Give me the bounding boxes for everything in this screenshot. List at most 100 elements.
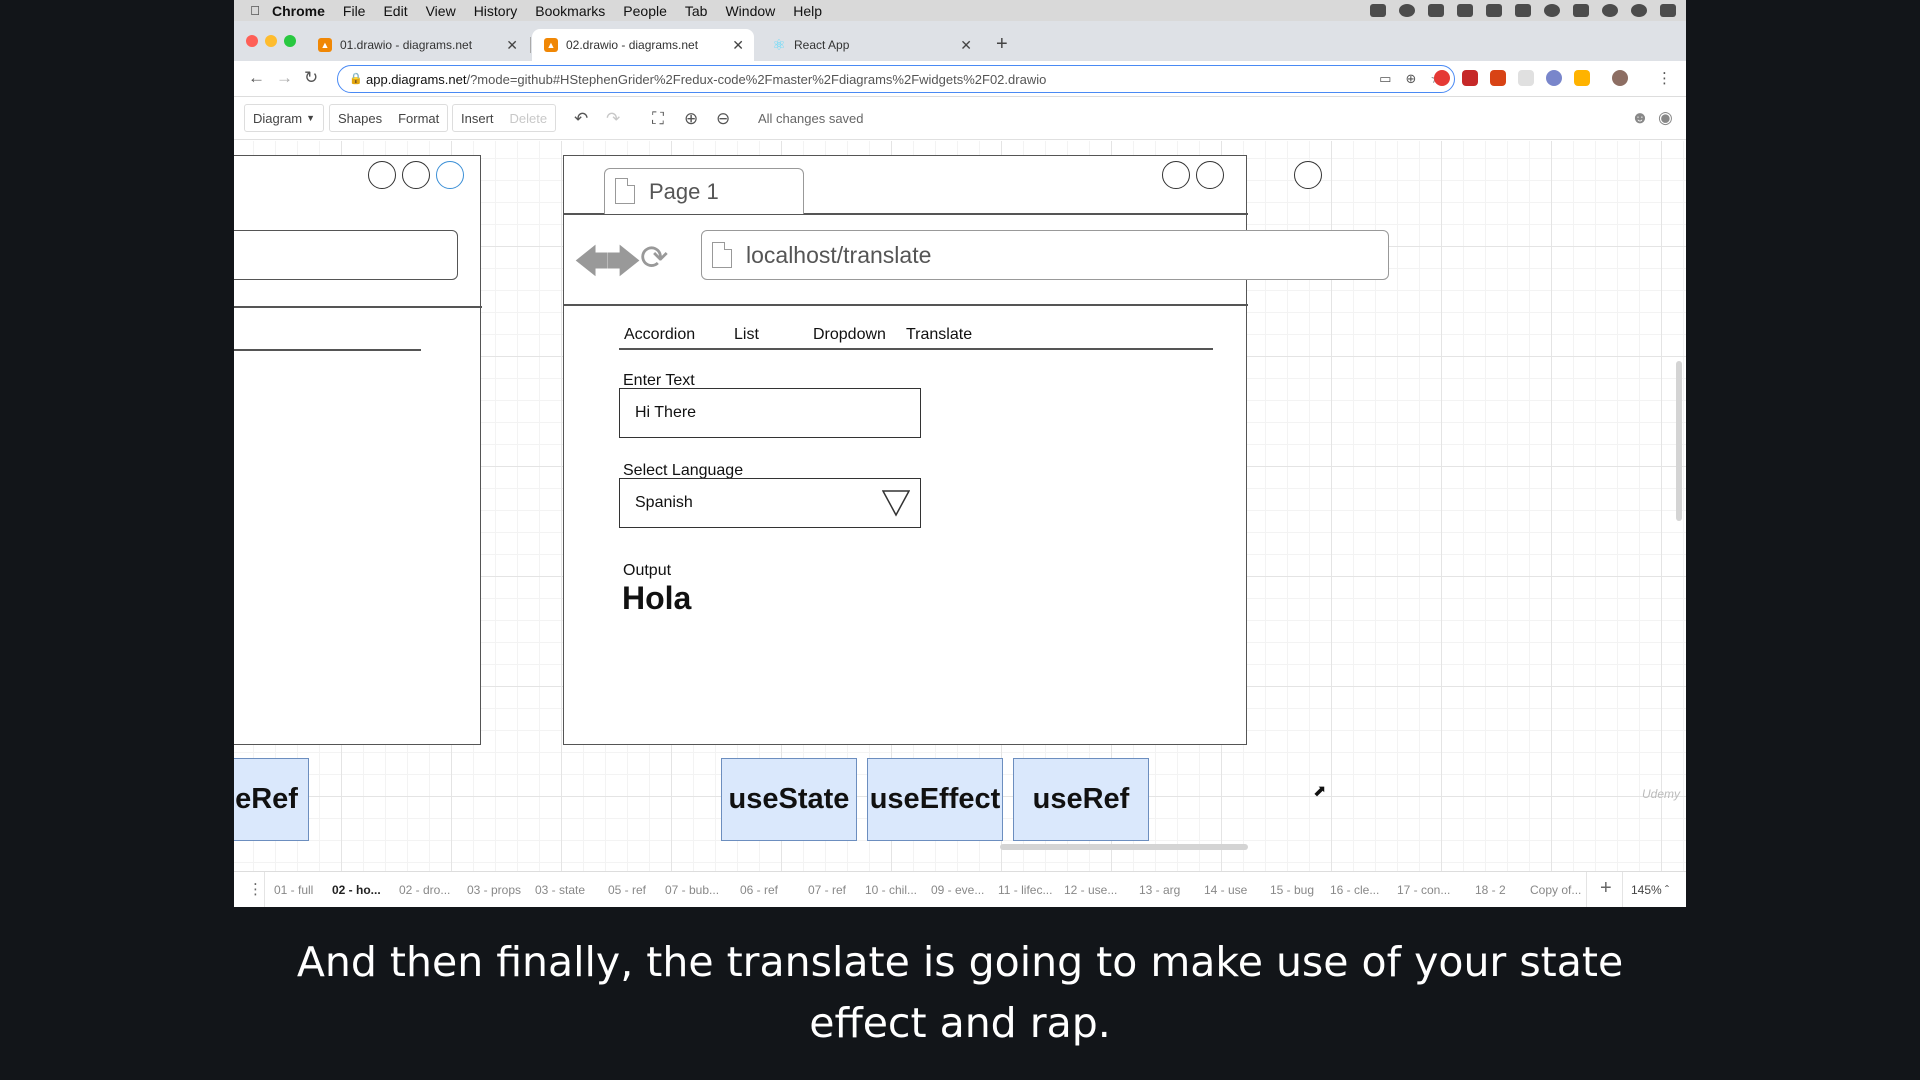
- hook-box-usestate[interactable]: useState: [721, 758, 857, 841]
- glasses-icon[interactable]: [1457, 4, 1473, 17]
- chrome-menu-icon[interactable]: ⋮: [1657, 69, 1672, 87]
- reload-icon[interactable]: ↻: [304, 68, 318, 88]
- format-button[interactable]: Format: [398, 111, 439, 126]
- profile-avatar[interactable]: [1612, 70, 1628, 86]
- shapes-button[interactable]: Shapes: [338, 111, 382, 126]
- close-tab-icon[interactable]: ✕: [732, 37, 744, 54]
- undo-icon[interactable]: ↶: [574, 109, 588, 129]
- page-tab[interactable]: 05 - ref: [608, 883, 646, 897]
- close-tab-icon[interactable]: ✕: [960, 37, 972, 54]
- siri-icon[interactable]: [1631, 4, 1647, 17]
- page-tab[interactable]: 06 - ref: [740, 883, 778, 897]
- browser-window-mockup-partial[interactable]: [234, 155, 482, 745]
- browser-tab-react-app[interactable]: ⚛ React App ✕: [760, 29, 982, 61]
- page-tab[interactable]: 12 - use...: [1064, 883, 1117, 897]
- enter-text-value: Hi There: [635, 404, 697, 421]
- page-tab[interactable]: 09 - eve...: [931, 883, 984, 897]
- close-tab-icon[interactable]: ✕: [506, 37, 518, 54]
- menu-edit[interactable]: Edit: [383, 3, 407, 19]
- page-tab-active[interactable]: 02 - ho...: [332, 883, 381, 897]
- hook-box-partial[interactable]: eRef: [234, 758, 309, 841]
- wifi-icon[interactable]: [1544, 4, 1560, 17]
- docker-icon[interactable]: [1370, 4, 1386, 17]
- menu-view[interactable]: View: [426, 3, 456, 19]
- css-extension-icon[interactable]: [1574, 70, 1590, 86]
- menu-people[interactable]: People: [623, 3, 667, 19]
- divider: [564, 304, 1248, 306]
- hook-box-useref[interactable]: useRef: [1013, 758, 1149, 841]
- subtitle-line: effect and rap.: [809, 999, 1111, 1047]
- redo-icon[interactable]: ↷: [606, 109, 620, 129]
- page-tab[interactable]: 14 - use: [1204, 883, 1247, 897]
- page-tab[interactable]: 10 - chil...: [865, 883, 917, 897]
- page-tab[interactable]: Copy of...: [1530, 883, 1581, 897]
- apple-icon[interactable]: : [242, 3, 268, 18]
- menu-bookmarks[interactable]: Bookmarks: [535, 3, 605, 19]
- forward-icon[interactable]: →: [276, 68, 293, 88]
- delete-button[interactable]: Delete: [510, 111, 548, 126]
- page-tab[interactable]: 03 - state: [535, 883, 585, 897]
- page-tab[interactable]: 07 - ref: [808, 883, 846, 897]
- app-status-icon[interactable]: [1399, 4, 1415, 17]
- page-tab[interactable]: 15 - bug: [1270, 883, 1314, 897]
- menu-file[interactable]: File: [343, 3, 366, 19]
- notification-center-icon[interactable]: [1660, 4, 1676, 17]
- adblock-extension-icon[interactable]: [1434, 70, 1450, 86]
- zoom-in-icon[interactable]: ⊕: [684, 109, 698, 129]
- menu-help[interactable]: Help: [793, 3, 822, 19]
- browser-tab-02[interactable]: ▲ 02.drawio - diagrams.net ✕: [532, 29, 754, 61]
- diagram-canvas[interactable]: Page 1 🡄 🡆 ⟳ localhost/translate Accordi…: [234, 141, 1686, 871]
- window-zoom-button[interactable]: [284, 35, 296, 47]
- horizontal-scrollbar[interactable]: [1000, 844, 1248, 850]
- hook-box-useeffect[interactable]: useEffect: [867, 758, 1003, 841]
- pages-menu-icon[interactable]: ⋮: [248, 880, 263, 898]
- diagram-menu-button[interactable]: Diagram ▼: [244, 104, 325, 132]
- spotlight-search-icon[interactable]: [1602, 4, 1618, 17]
- language-value: Spanish: [635, 494, 693, 511]
- fullscreen-icon[interactable]: ⛶: [652, 109, 664, 129]
- edit-group: Insert Delete: [452, 104, 557, 132]
- page-tab[interactable]: 16 - cle...: [1330, 883, 1379, 897]
- page-tab[interactable]: 03 - props: [467, 883, 521, 897]
- page-tab[interactable]: 11 - lifec...: [998, 883, 1052, 897]
- install-icon[interactable]: ⊕: [1405, 71, 1416, 87]
- page-tab[interactable]: 17 - con...: [1397, 883, 1450, 897]
- address-bar[interactable]: 🔒 app.diagrams.net/?mode=github#HStephen…: [337, 65, 1455, 93]
- tab-title: 02.drawio - diagrams.net: [566, 38, 699, 52]
- back-icon[interactable]: ←: [248, 68, 265, 88]
- ublock-extension-icon[interactable]: [1462, 70, 1478, 86]
- new-tab-icon[interactable]: +: [996, 33, 1008, 56]
- page-tab[interactable]: 07 - bub...: [665, 883, 719, 897]
- window-minimize-button[interactable]: [265, 35, 277, 47]
- hook-label: eRef: [235, 783, 298, 815]
- vertical-scrollbar[interactable]: [1676, 361, 1682, 521]
- menu-window[interactable]: Window: [725, 3, 775, 19]
- extension-icon[interactable]: [1518, 70, 1534, 86]
- browser-tab-01[interactable]: ▲ 01.drawio - diagrams.net ✕: [306, 29, 528, 61]
- zoom-value: 145%: [1631, 883, 1662, 897]
- cloud-icon[interactable]: [1486, 4, 1502, 17]
- insert-button[interactable]: Insert: [461, 111, 494, 126]
- page-tab[interactable]: 13 - arg: [1139, 883, 1180, 897]
- cast-icon[interactable]: ▭: [1379, 71, 1391, 87]
- language-globe-icon[interactable]: ◉: [1658, 108, 1673, 128]
- zoom-out-icon[interactable]: ⊖: [716, 109, 730, 129]
- add-page-icon[interactable]: +: [1600, 877, 1612, 900]
- user-icon[interactable]: ☻: [1631, 108, 1649, 128]
- browser-window-mockup[interactable]: Page 1 🡄 🡆 ⟳ localhost/translate Accordi…: [563, 155, 1389, 745]
- zoom-level-dropdown[interactable]: 145% ˆ: [1631, 883, 1669, 897]
- window-control-circle: [1196, 161, 1224, 189]
- lock-icon[interactable]: 🔒: [349, 72, 363, 85]
- menu-chrome[interactable]: Chrome: [272, 3, 325, 19]
- battery-icon[interactable]: [1573, 4, 1589, 17]
- page-tab[interactable]: 02 - dro...: [399, 883, 450, 897]
- page-tab[interactable]: 01 - full: [274, 883, 313, 897]
- extension-icon[interactable]: [1546, 70, 1562, 86]
- page-tab[interactable]: 18 - 2: [1475, 883, 1506, 897]
- cursor-tool-icon[interactable]: [1428, 4, 1444, 17]
- extension-icon[interactable]: [1490, 70, 1506, 86]
- display-icon[interactable]: [1515, 4, 1531, 17]
- menu-tab[interactable]: Tab: [685, 3, 708, 19]
- menu-history[interactable]: History: [474, 3, 518, 19]
- window-close-button[interactable]: [246, 35, 258, 47]
